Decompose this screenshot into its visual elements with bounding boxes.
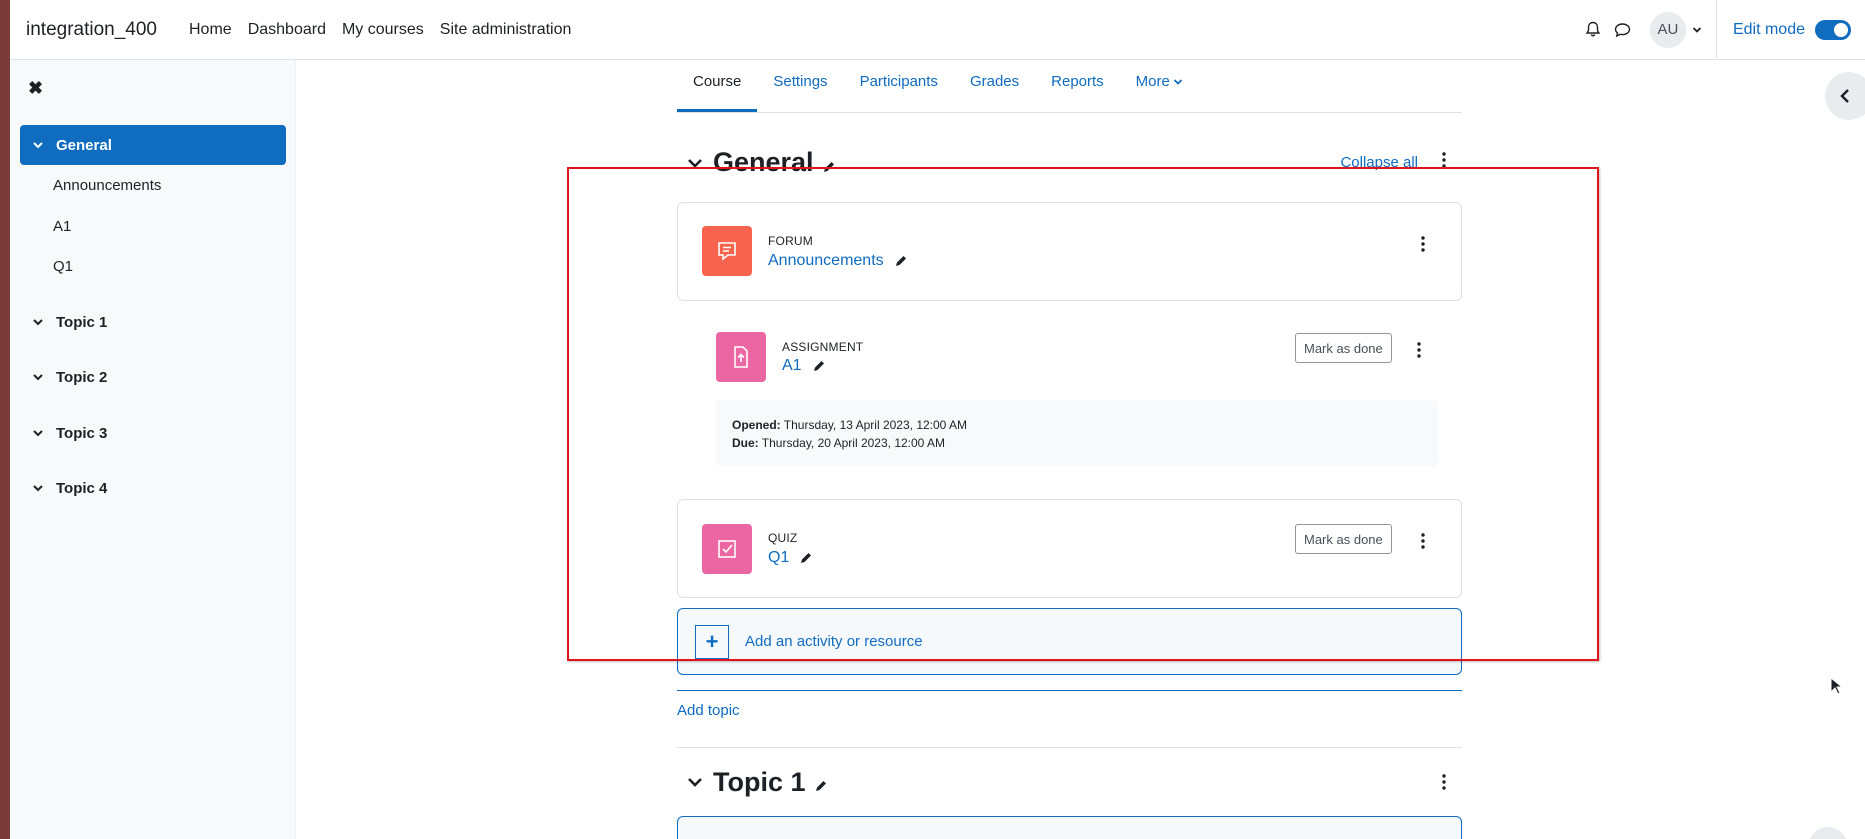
section-label: Topic 1 xyxy=(56,313,108,331)
quiz-icon xyxy=(702,524,752,574)
chevron-down-icon xyxy=(1692,21,1702,38)
section-title: General xyxy=(713,147,814,177)
activity-actions-kebab-icon[interactable] xyxy=(1411,340,1427,360)
section-title: Topic 1 xyxy=(713,766,806,797)
activity-type-label: FORUM xyxy=(768,234,813,248)
chevron-down-icon[interactable] xyxy=(687,157,703,169)
course-index-section-topic-3[interactable]: Topic 3 xyxy=(20,413,286,453)
background-strip xyxy=(0,0,10,839)
section-topic-1-header: Topic 1 xyxy=(677,762,1462,802)
pencil-icon[interactable] xyxy=(894,254,908,268)
activity-name: Announcements xyxy=(768,252,884,269)
chevron-down-icon xyxy=(33,485,43,492)
chevron-down-icon[interactable] xyxy=(687,776,703,788)
tab-more[interactable]: More xyxy=(1120,59,1199,112)
mark-as-done-button[interactable]: Mark as done xyxy=(1295,524,1392,554)
activity-name: A1 xyxy=(782,357,802,374)
activity-actions-kebab-icon[interactable] xyxy=(1415,234,1431,254)
pencil-icon[interactable] xyxy=(822,160,836,174)
close-icon[interactable]: ✖ xyxy=(28,78,43,99)
add-activity-label: Add an activity or resource xyxy=(745,633,923,650)
pencil-icon[interactable] xyxy=(799,551,813,565)
edit-mode-switch[interactable] xyxy=(1815,19,1851,40)
chevron-down-icon xyxy=(33,319,43,326)
pencil-icon[interactable] xyxy=(814,779,828,793)
collapse-all-link[interactable]: Collapse all xyxy=(1340,154,1418,171)
pencil-icon[interactable] xyxy=(812,359,826,373)
section-divider xyxy=(677,747,1462,748)
tab-participants[interactable]: Participants xyxy=(844,59,954,112)
tab-settings[interactable]: Settings xyxy=(757,59,843,112)
course-index-section-topic-2[interactable]: Topic 2 xyxy=(20,357,286,397)
activity-card-forum: FORUM Announcements xyxy=(677,202,1462,301)
navbar-divider xyxy=(1715,0,1717,60)
nav-site-administration[interactable]: Site administration xyxy=(440,21,572,39)
user-menu[interactable]: AU xyxy=(1649,11,1702,48)
course-index-item-a1[interactable]: A1 xyxy=(53,218,71,235)
course-index-drawer: ✖ General Announcements A1 Q1 Topic 1 To… xyxy=(10,60,296,839)
tab-course[interactable]: Course xyxy=(677,59,758,112)
chevron-left-icon xyxy=(1840,89,1849,103)
activity-type-label: ASSIGNMENT xyxy=(782,340,864,354)
tab-more-label: More xyxy=(1135,73,1170,90)
secondary-navigation: Course Settings Participants Grades Repo… xyxy=(677,60,1462,113)
top-navbar: integration_400 Home Dashboard My course… xyxy=(10,0,1865,60)
topic-1-add-activity[interactable] xyxy=(677,816,1462,839)
activity-link-q1[interactable]: Q1 xyxy=(768,549,813,567)
course-index-item-announcements[interactable]: Announcements xyxy=(53,177,161,194)
course-index-item-q1[interactable]: Q1 xyxy=(53,258,73,275)
activity-actions-kebab-icon[interactable] xyxy=(1415,531,1431,551)
nav-my-courses[interactable]: My courses xyxy=(342,21,424,39)
forum-icon xyxy=(702,226,752,276)
site-name[interactable]: integration_400 xyxy=(26,19,157,41)
navbar-right: AU Edit mode xyxy=(1578,0,1865,60)
due-date: Due: Thursday, 20 April 2023, 12:00 AM xyxy=(732,436,946,450)
chevron-down-icon xyxy=(1173,79,1182,85)
bell-icon[interactable] xyxy=(1578,15,1608,45)
activity-dates: Opened: Thursday, 13 April 2023, 12:00 A… xyxy=(716,400,1438,466)
section-label: Topic 4 xyxy=(56,479,108,497)
mark-as-done-button[interactable]: Mark as done xyxy=(1295,333,1392,363)
activity-name: Q1 xyxy=(768,549,790,566)
section-label: Topic 3 xyxy=(56,424,108,442)
activity-type-label: QUIZ xyxy=(768,531,798,545)
activity-link-announcements[interactable]: Announcements xyxy=(768,252,908,270)
add-topic-link[interactable]: Add topic xyxy=(677,702,740,719)
chevron-down-icon xyxy=(33,374,43,381)
mouse-cursor-icon xyxy=(1830,677,1842,695)
chat-bubble-icon[interactable] xyxy=(1608,15,1638,45)
tab-grades[interactable]: Grades xyxy=(954,59,1035,112)
section-actions-kebab-icon[interactable] xyxy=(1442,774,1446,794)
plus-icon: + xyxy=(695,624,729,659)
open-block-drawer-button[interactable] xyxy=(1825,72,1865,120)
nav-dashboard[interactable]: Dashboard xyxy=(248,21,326,39)
section-actions-kebab-icon[interactable] xyxy=(1442,152,1446,172)
course-index-section-topic-4[interactable]: Topic 4 xyxy=(20,468,286,508)
edit-mode-label: Edit mode xyxy=(1732,20,1805,38)
section-label: Topic 2 xyxy=(56,368,108,386)
course-index-section-topic-1[interactable]: Topic 1 xyxy=(20,302,286,342)
course-index-section-general[interactable]: General xyxy=(20,125,286,165)
add-topic-divider xyxy=(677,690,1462,691)
chevron-down-icon xyxy=(33,430,43,437)
section-label: General xyxy=(56,136,112,154)
assignment-icon xyxy=(716,332,766,382)
activity-link-a1[interactable]: A1 xyxy=(782,357,826,375)
avatar[interactable]: AU xyxy=(1649,11,1686,48)
opened-date: Opened: Thursday, 13 April 2023, 12:00 A… xyxy=(732,418,968,432)
activity-card-quiz: QUIZ Q1 Mark as done xyxy=(677,499,1462,598)
section-general-header: General Collapse all xyxy=(677,140,1462,185)
help-button[interactable] xyxy=(1808,827,1848,839)
tab-reports[interactable]: Reports xyxy=(1035,59,1120,112)
nav-home[interactable]: Home xyxy=(189,21,232,39)
add-activity-button[interactable]: + Add an activity or resource xyxy=(677,608,1462,675)
edit-mode-toggle[interactable]: Edit mode xyxy=(1732,19,1851,40)
chevron-down-icon xyxy=(33,142,43,149)
